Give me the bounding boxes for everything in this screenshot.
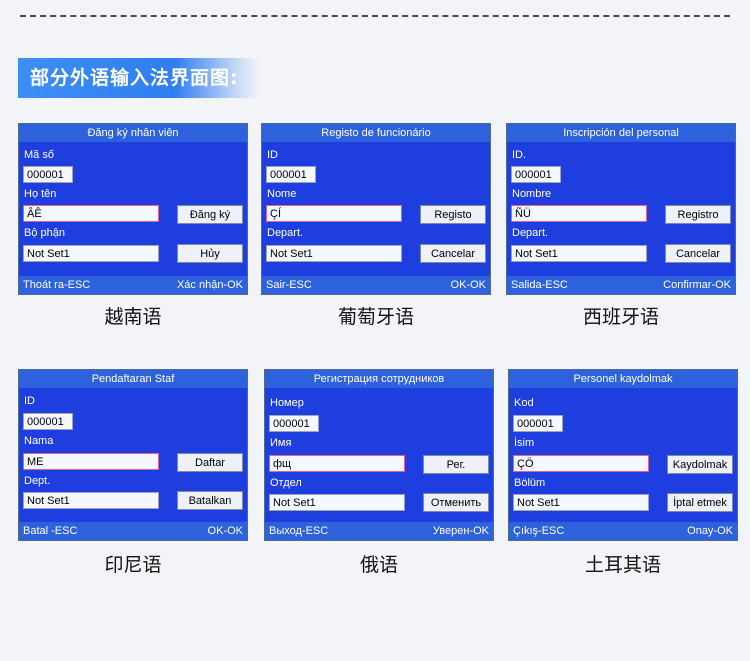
footer-ok-hint: Onay-OK (687, 525, 733, 537)
id-label: ID (24, 395, 35, 407)
screen-title: Pendaftaran Staf (19, 370, 247, 388)
dashed-divider (20, 15, 730, 17)
footer-esc-hint: Sair-ESC (266, 279, 312, 291)
id-label: ID. (512, 149, 527, 161)
dept-label: Depart. (267, 227, 304, 239)
footer-esc-hint: Çıkış-ESC (513, 525, 565, 537)
id-field[interactable]: 000001 (23, 413, 73, 430)
screen-footer: Sair-ESC OK-OK (262, 276, 490, 294)
id-field[interactable]: 000001 (266, 166, 316, 183)
name-label: Nama (24, 435, 54, 447)
screen-title: Регистрация сотрудников (265, 370, 493, 388)
name-label: Nombre (512, 188, 552, 200)
screen-footer: Salida-ESC Confirmar-OK (507, 276, 735, 294)
id-label: Mã số (24, 149, 54, 161)
screen-title: Inscripción del personal (507, 124, 735, 142)
cancel-button[interactable]: Отменить (423, 493, 489, 512)
dept-label: Отдел (270, 477, 302, 489)
name-field[interactable]: ÇÖ (513, 455, 649, 472)
registration-screen-indonesian: Pendaftaran Staf ID 000001 Nama ME Dafta… (18, 369, 248, 541)
cancel-button[interactable]: Cancelar (665, 244, 731, 263)
footer-esc-hint: Batal -ESC (23, 525, 78, 537)
name-field[interactable]: фщ (269, 455, 405, 472)
id-field[interactable]: 000001 (269, 415, 319, 432)
footer-esc-hint: Выход-ESC (269, 525, 329, 537)
id-field[interactable]: 000001 (511, 166, 561, 183)
footer-ok-hint: Xác nhận-OK (176, 279, 243, 291)
id-label: Номер (270, 397, 304, 409)
screen-footer: Выход-ESC Уверен-OK (265, 522, 493, 540)
cancel-button[interactable]: Cancelar (420, 244, 486, 263)
registration-screen-portuguese: Registo de funcionário ID 000001 Nome ÇÍ… (261, 123, 491, 295)
cancel-button[interactable]: Hủy (177, 244, 243, 263)
dept-label: Bölüm (514, 477, 546, 489)
name-label: İsim (514, 437, 535, 449)
name-field[interactable]: ÑÜ (511, 205, 647, 222)
register-button[interactable]: Registro (665, 205, 731, 224)
name-label: Имя (270, 437, 292, 449)
id-field[interactable]: 000001 (513, 415, 563, 432)
dept-label: Dept. (24, 475, 51, 487)
registration-screen-russian: Регистрация сотрудников Номер 000001 Имя… (264, 369, 494, 541)
screen-footer: Çıkış-ESC Onay-OK (509, 522, 737, 540)
footer-esc-hint: Salida-ESC (511, 279, 568, 291)
dept-field[interactable]: Not Set1 (269, 494, 405, 511)
language-caption: 俄语 (359, 554, 398, 576)
language-caption: 西班牙语 (582, 306, 659, 328)
language-caption: 葡萄牙语 (337, 306, 414, 328)
register-button[interactable]: Рег. (423, 455, 489, 474)
id-label: ID (267, 149, 278, 161)
dept-field[interactable]: Not Set1 (513, 494, 649, 511)
cancel-button[interactable]: Batalkan (177, 491, 243, 510)
screen-title: Registo de funcionário (262, 124, 490, 142)
language-caption: 越南语 (104, 306, 162, 328)
screen-footer: Thoát ra-ESC Xác nhận-OK (19, 276, 247, 294)
register-button[interactable]: Daftar (177, 453, 243, 472)
footer-ok-hint: OK-OK (450, 279, 486, 291)
dept-label: Bộ phận (24, 227, 65, 239)
name-field[interactable]: ÇÍ (266, 205, 402, 222)
language-caption: 土耳其语 (584, 554, 661, 576)
name-field[interactable]: ÂÊ (23, 205, 159, 222)
id-label: Kod (514, 397, 534, 409)
dept-field[interactable]: Not Set1 (23, 245, 159, 262)
registration-screen-turkish: Personel kaydolmak Kod 000001 İsim ÇÖ Ka… (508, 369, 738, 541)
dept-field[interactable]: Not Set1 (23, 492, 159, 509)
footer-ok-hint: OK-OK (207, 525, 243, 537)
dept-field[interactable]: Not Set1 (511, 245, 647, 262)
name-label: Họ tên (24, 188, 57, 200)
footer-ok-hint: Уверен-OK (432, 525, 489, 537)
register-button[interactable]: Kaydolmak (667, 455, 733, 474)
footer-ok-hint: Confirmar-OK (663, 279, 731, 291)
registration-screen-spanish: Inscripción del personal ID. 000001 Nomb… (506, 123, 736, 295)
name-field[interactable]: ME (23, 453, 159, 470)
dept-field[interactable]: Not Set1 (266, 245, 402, 262)
name-label: Nome (267, 188, 297, 200)
dept-label: Depart. (512, 227, 549, 239)
register-button[interactable]: Registo (420, 205, 486, 224)
screen-title: Đăng ký nhân viên (19, 124, 247, 142)
register-button[interactable]: Đăng ký (177, 205, 243, 224)
section-heading: 部分外语输入法界面图: (18, 58, 259, 98)
screen-footer: Batal -ESC OK-OK (19, 522, 247, 540)
footer-esc-hint: Thoát ra-ESC (23, 279, 91, 291)
language-caption: 印尼语 (104, 554, 162, 576)
screen-title: Personel kaydolmak (509, 370, 737, 388)
id-field[interactable]: 000001 (23, 166, 73, 183)
cancel-button[interactable]: İptal etmek (667, 493, 733, 512)
registration-screen-vietnamese: Đăng ký nhân viên Mã số 000001 Họ tên ÂÊ… (18, 123, 248, 295)
